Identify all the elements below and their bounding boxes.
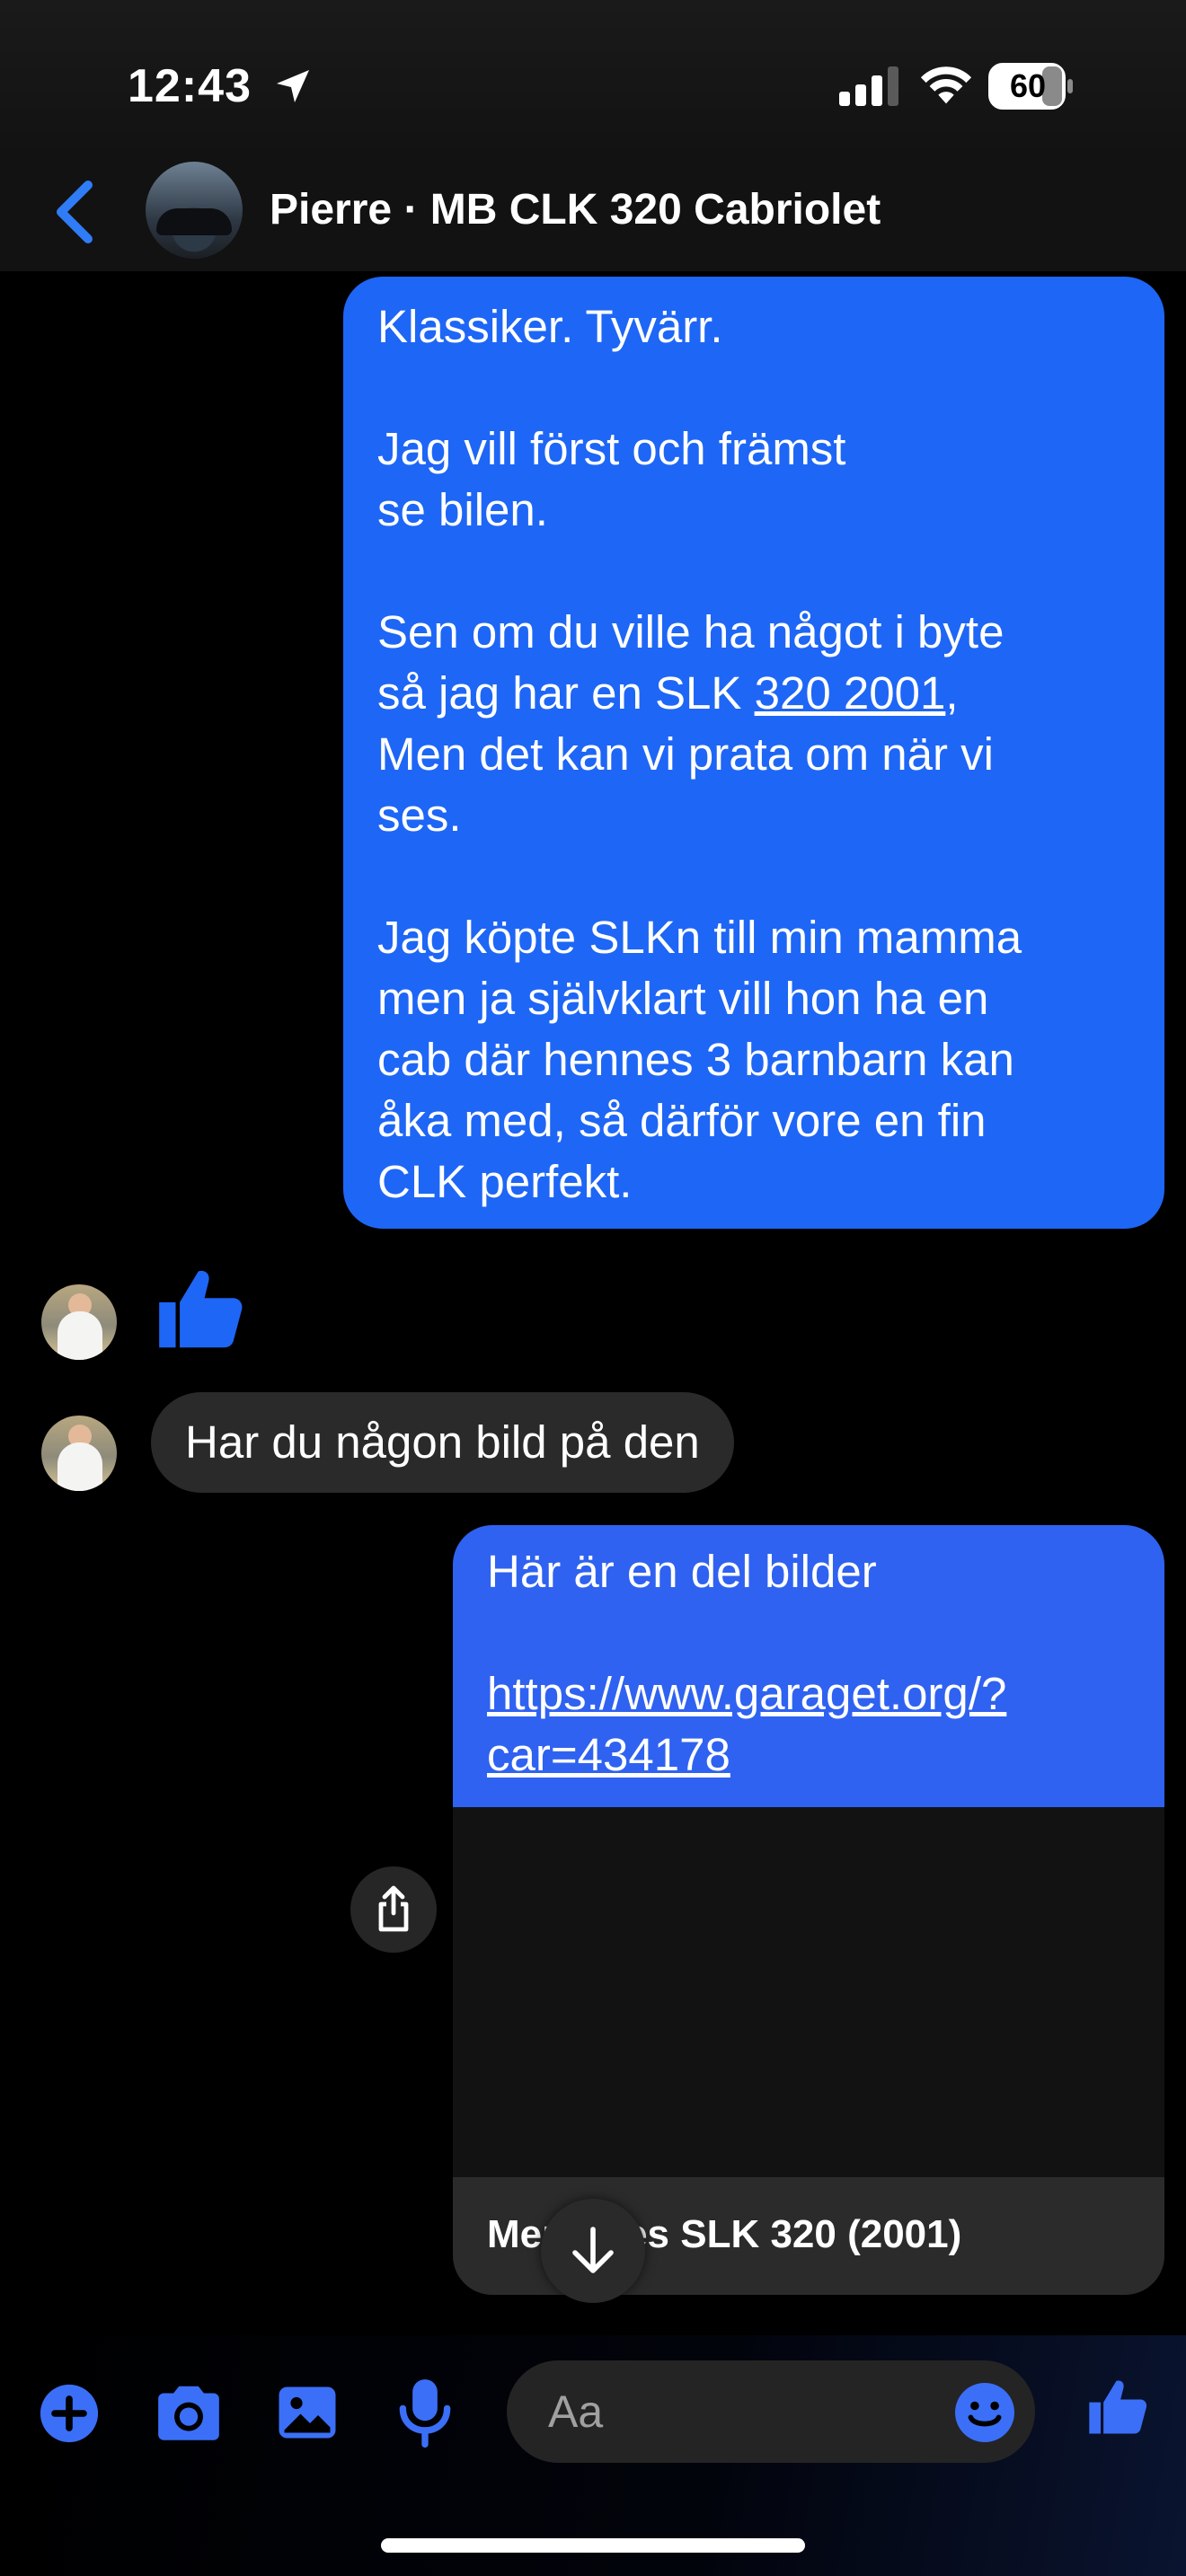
- plus-icon[interactable]: [38, 2382, 101, 2445]
- conversation-title[interactable]: Pierre · MB CLK 320 Cabriolet: [270, 185, 881, 234]
- camera-icon[interactable]: [153, 2380, 225, 2445]
- message-link[interactable]: https://www.garaget.org/? car=434178: [487, 1663, 1130, 1786]
- message-text-part: , Men det kan vi prata om när vi ses. Ja…: [377, 667, 1022, 1207]
- cellular-signal-icon: [839, 66, 898, 106]
- sender-avatar[interactable]: [41, 1284, 117, 1360]
- message-text: Här är en del bilder: [487, 1546, 877, 1597]
- thumbs-up-icon[interactable]: [1084, 2373, 1152, 2443]
- microphone-icon[interactable]: [397, 2377, 453, 2448]
- scroll-to-bottom-button[interactable]: [541, 2199, 645, 2303]
- message-bubble-incoming[interactable]: Har du någon bild på den: [151, 1392, 734, 1493]
- sender-avatar[interactable]: [41, 1416, 117, 1491]
- thumbs-up-icon[interactable]: [151, 1261, 250, 1360]
- chevron-left-icon[interactable]: [50, 180, 99, 244]
- message-text-part: Klassiker. Tyvärr. Jag vill först och fr…: [377, 301, 1005, 719]
- arrow-down-icon: [572, 2227, 614, 2273]
- message-text: Klassiker. Tyvärr. Jag vill först och fr…: [377, 296, 1130, 1213]
- status-time: 12:43: [128, 60, 252, 112]
- wifi-icon: [920, 66, 972, 104]
- location-arrow-icon: [277, 70, 309, 102]
- contact-avatar[interactable]: [146, 162, 243, 259]
- emoji-icon[interactable]: [952, 2380, 1017, 2445]
- image-icon[interactable]: [275, 2380, 340, 2445]
- message-input[interactable]: [548, 2360, 907, 2463]
- link-message-text: Här är en del bilder https://www.garaget…: [453, 1525, 1164, 1807]
- share-icon: [378, 1885, 409, 1932]
- link-preview-card[interactable]: Här är en del bilder https://www.garaget…: [453, 1525, 1164, 2295]
- message-link[interactable]: 320 2001: [755, 667, 946, 719]
- link-preview-image[interactable]: [453, 1807, 1164, 2177]
- message-bubble-outgoing[interactable]: Klassiker. Tyvärr. Jag vill först och fr…: [343, 277, 1164, 1229]
- share-button[interactable]: [350, 1866, 437, 1953]
- home-indicator[interactable]: [381, 2538, 805, 2553]
- battery-level: 60: [1009, 67, 1047, 104]
- status-bar: 12:43 60: [0, 0, 1186, 162]
